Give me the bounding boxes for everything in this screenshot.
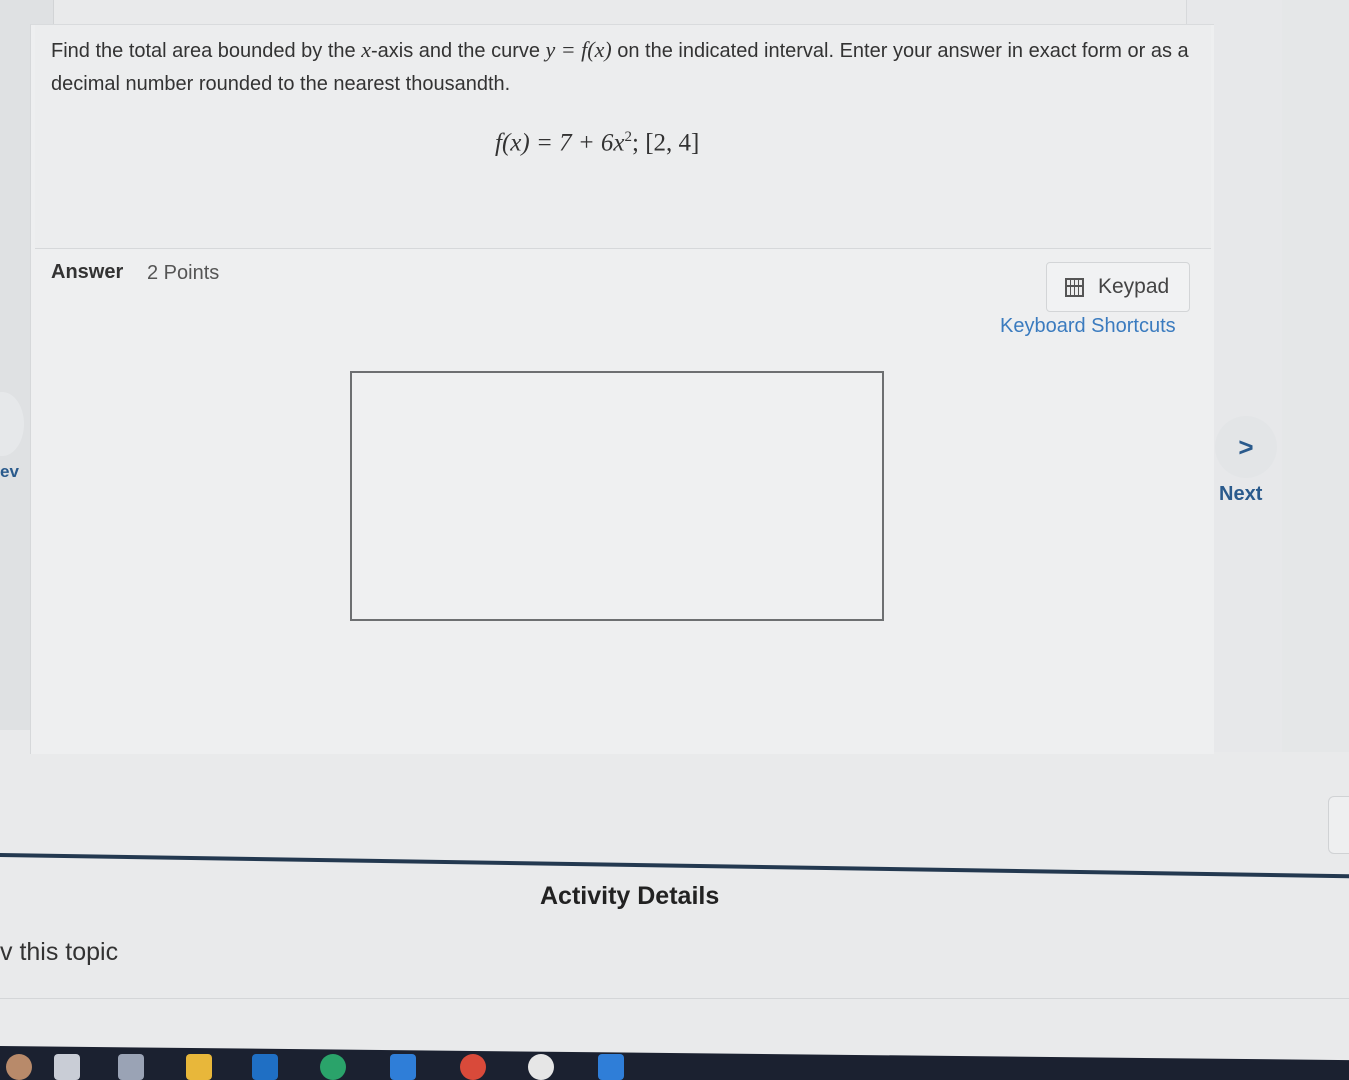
keyboard-shortcuts-link[interactable]: Keyboard Shortcuts <box>1000 315 1176 338</box>
calculator-icon <box>1065 277 1084 297</box>
answer-input[interactable] <box>350 371 884 621</box>
next-button[interactable]: > <box>1215 416 1277 478</box>
widget-icon[interactable] <box>54 1054 80 1080</box>
side-tab[interactable] <box>1328 796 1349 854</box>
next-label[interactable]: Next <box>1219 483 1262 506</box>
answer-label: Answer <box>51 261 124 283</box>
question-area: Find the total area bounded by the x-axi… <box>35 25 1211 249</box>
section-divider <box>0 853 1349 879</box>
edge-icon[interactable] <box>320 1054 346 1080</box>
right-edge-panel <box>1282 0 1349 752</box>
chrome-icon[interactable] <box>460 1054 486 1080</box>
curve-equation: y = f(x) <box>545 37 612 62</box>
outlook-icon[interactable] <box>252 1054 278 1080</box>
app-icon[interactable] <box>528 1054 554 1080</box>
chevron-right-icon: > <box>1238 431 1254 462</box>
store-icon[interactable] <box>598 1054 624 1080</box>
question-card: Find the total area bounded by the x-axi… <box>30 24 1214 754</box>
avatar-icon[interactable] <box>6 1054 32 1080</box>
points-label: 2 Points <box>147 262 220 284</box>
mail-icon[interactable] <box>390 1054 416 1080</box>
activity-details-title: Activity Details <box>540 882 720 910</box>
function-formula: f(x) = 7 + 6x2; [2, 4] <box>495 129 700 157</box>
footer-line <box>0 998 1349 999</box>
task-view-icon[interactable] <box>118 1054 144 1080</box>
keypad-button[interactable]: Keypad <box>1046 262 1190 312</box>
keypad-label: Keypad <box>1098 275 1170 298</box>
topic-text[interactable]: v this topic <box>0 938 118 967</box>
folder-icon[interactable] <box>186 1054 212 1080</box>
question-text: Find the total area bounded by the x-axi… <box>51 37 1189 95</box>
previous-label[interactable]: ev <box>0 462 19 482</box>
x-variable: x <box>361 37 371 62</box>
